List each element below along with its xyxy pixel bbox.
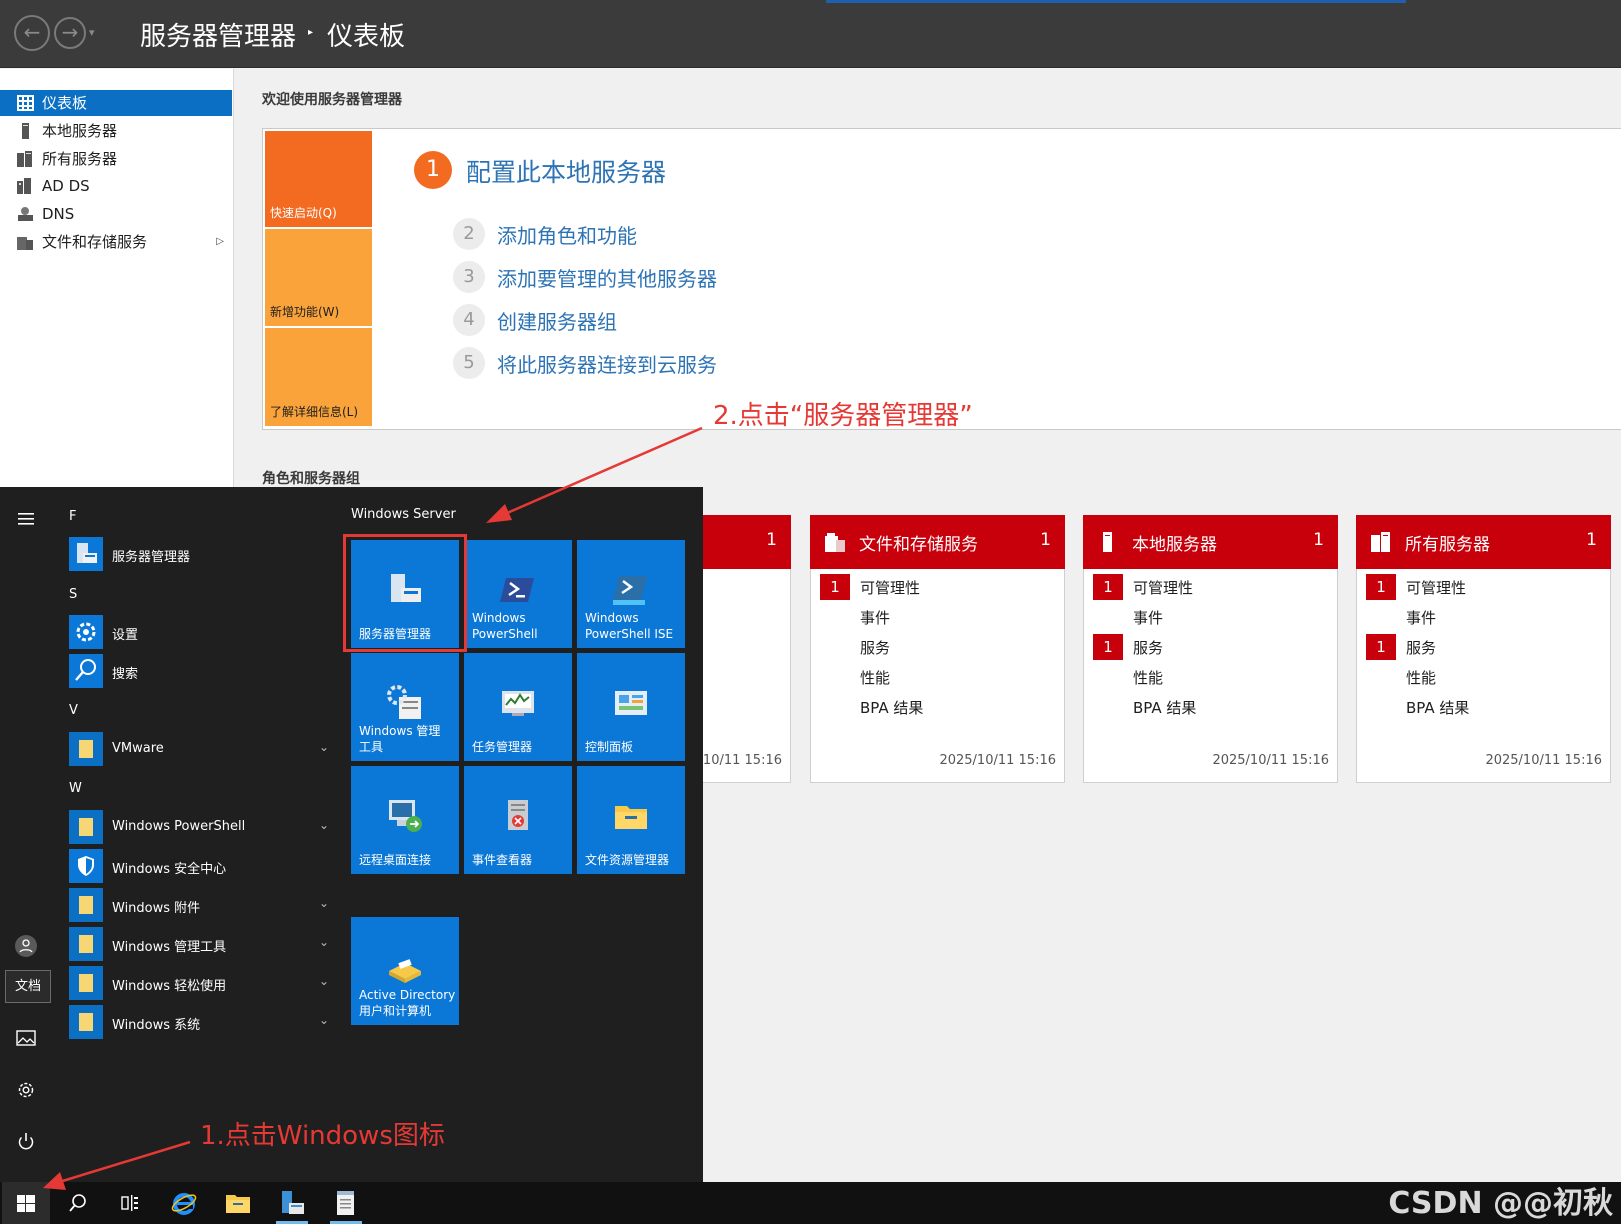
- annotation-step1: 1.点击Windows图标: [200, 1121, 445, 1151]
- watermark: CSDN @@初秋: [1388, 1186, 1613, 1221]
- annotation-step2: 2.点击“服务器管理器”: [713, 401, 973, 431]
- arrow-to-start-button: [43, 1140, 191, 1190]
- arrow-to-server-manager-tile: [486, 426, 703, 523]
- annotation-arrows: [43, 426, 703, 1190]
